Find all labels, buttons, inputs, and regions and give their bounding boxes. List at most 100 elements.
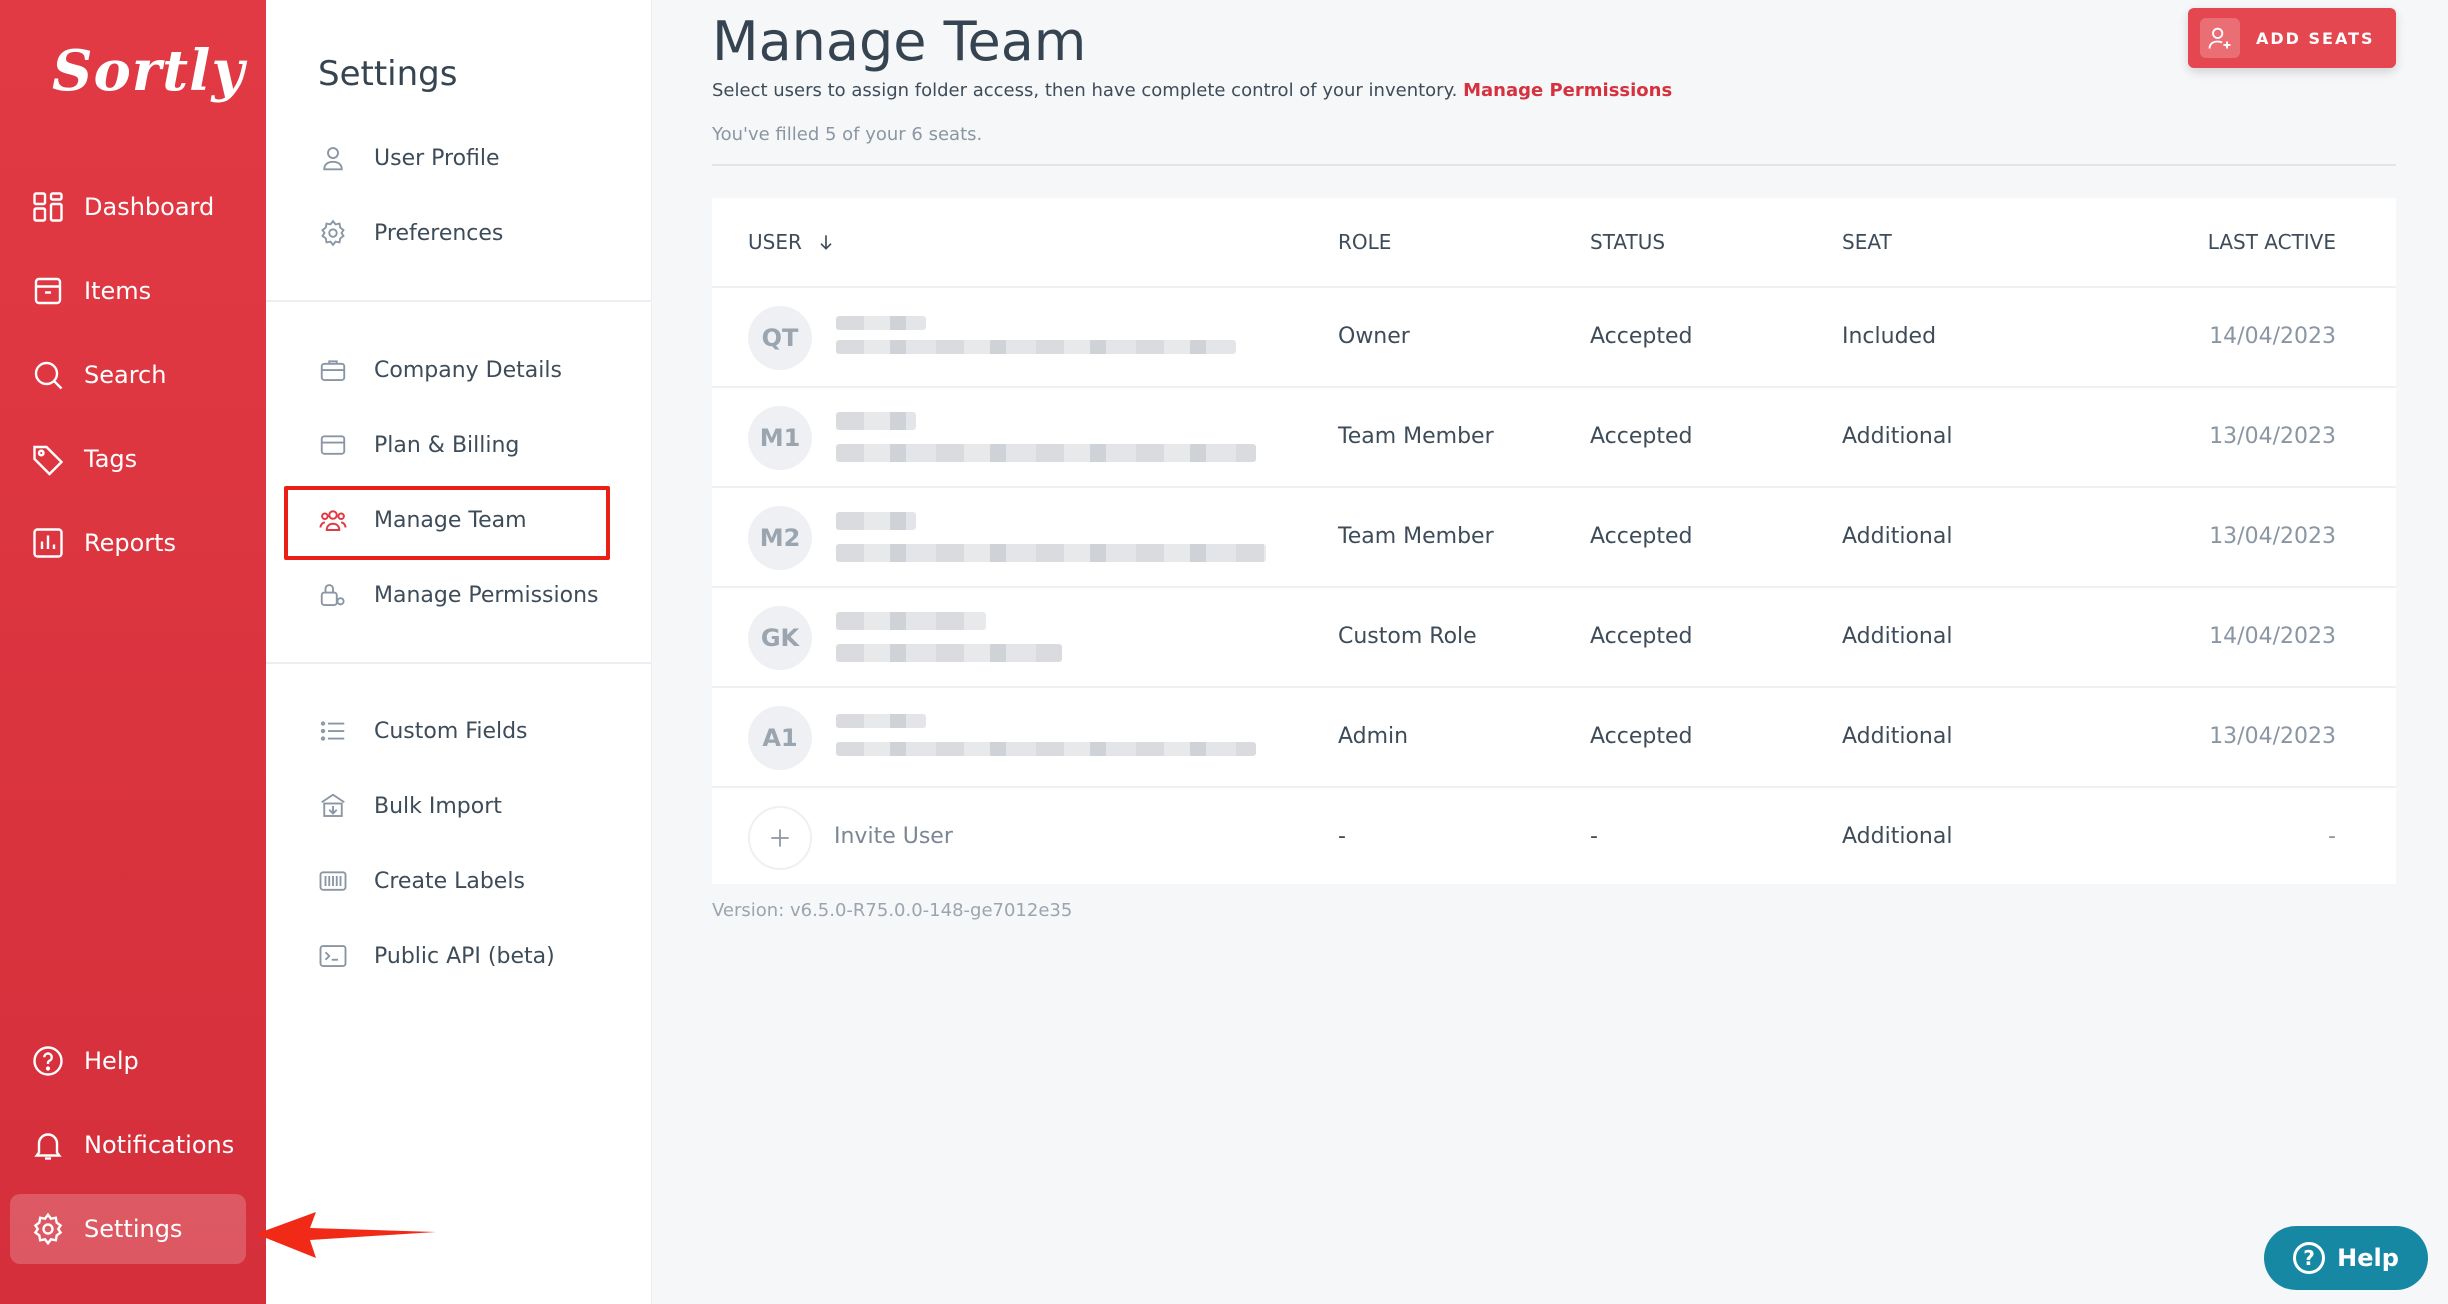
settings-preferences-label: Preferences xyxy=(374,220,504,246)
column-status[interactable]: STATUS xyxy=(1590,230,1665,254)
nav-dashboard[interactable]: Dashboard xyxy=(10,172,246,242)
avatar: A1 xyxy=(748,706,812,770)
redacted-email xyxy=(836,644,1062,662)
role-cell: Team Member xyxy=(1338,524,1494,549)
last-active-cell: 13/04/2023 xyxy=(2209,524,2336,549)
bell-icon xyxy=(34,1133,62,1160)
column-user[interactable]: USER xyxy=(748,230,836,254)
invite-user-row[interactable]: Invite User - - Additional - xyxy=(712,788,2396,884)
nav-help[interactable]: Help xyxy=(10,1026,246,1096)
credit-card-icon xyxy=(320,435,346,455)
status-cell: Accepted xyxy=(1590,624,1693,649)
settings-public-api-label: Public API (beta) xyxy=(374,943,555,969)
table-row[interactable]: QT Owner Accepted Included 14/04/2023 xyxy=(712,288,2396,388)
nav-reports-label: Reports xyxy=(84,529,177,557)
nav-settings[interactable]: Settings xyxy=(10,1194,246,1264)
avatar: GK xyxy=(748,606,812,670)
invite-user-label[interactable]: Invite User xyxy=(834,824,953,849)
table-header: USER ROLE STATUS SEAT LAST ACTIVE xyxy=(712,198,2396,288)
red-arrow-annotation xyxy=(256,1212,436,1258)
terminal-icon xyxy=(319,945,347,967)
import-icon xyxy=(321,793,345,817)
settings-create-labels[interactable]: Create Labels xyxy=(318,859,525,903)
seat-cell: Additional xyxy=(1842,824,1953,849)
barcode-icon xyxy=(319,871,347,891)
plus-icon[interactable] xyxy=(748,806,812,870)
column-role[interactable]: ROLE xyxy=(1338,230,1391,254)
page-subtitle: Select users to assign folder access, th… xyxy=(712,80,1672,101)
nav-dashboard-label: Dashboard xyxy=(84,193,215,221)
briefcase-icon xyxy=(320,360,346,381)
nav-search-label: Search xyxy=(84,361,167,389)
settings-user-profile[interactable]: User Profile xyxy=(318,136,500,180)
status-cell: Accepted xyxy=(1590,724,1693,749)
manage-permissions-link[interactable]: Manage Permissions xyxy=(1463,80,1672,101)
table-row[interactable]: A1 Admin Accepted Additional 13/04/2023 xyxy=(712,688,2396,788)
help-icon xyxy=(33,1046,63,1076)
status-cell: Accepted xyxy=(1590,324,1693,349)
app-sidebar: Sortly Dashboard Items Search Tags Repor… xyxy=(0,0,266,1304)
lock-gear-icon xyxy=(320,584,345,606)
settings-manage-permissions[interactable]: Manage Permissions xyxy=(318,573,599,617)
status-cell: Accepted xyxy=(1590,524,1693,549)
team-table: USER ROLE STATUS SEAT LAST ACTIVE QT Own… xyxy=(712,198,2396,884)
settings-plan-billing[interactable]: Plan & Billing xyxy=(318,423,519,467)
nav-reports[interactable]: Reports xyxy=(10,508,246,578)
version-text: Version: v6.5.0-R75.0.0-148-ge7012e35 xyxy=(712,900,1073,921)
help-chat-label: Help xyxy=(2337,1244,2399,1272)
column-last-active[interactable]: LAST ACTIVE xyxy=(2208,230,2336,254)
gear-icon xyxy=(33,1212,63,1246)
settings-public-api[interactable]: Public API (beta) xyxy=(318,934,555,978)
redacted-name xyxy=(836,412,916,430)
settings-preferences[interactable]: Preferences xyxy=(318,211,503,255)
redacted-name xyxy=(836,512,916,530)
role-cell: Owner xyxy=(1338,324,1410,349)
nav-tags[interactable]: Tags xyxy=(10,424,246,494)
nav-items[interactable]: Items xyxy=(10,256,246,326)
redacted-email xyxy=(836,444,1256,462)
column-seat[interactable]: SEAT xyxy=(1842,230,1892,254)
role-cell: Team Member xyxy=(1338,424,1494,449)
redacted-name xyxy=(836,612,986,630)
reports-icon xyxy=(33,528,63,558)
settings-company-details-label: Company Details xyxy=(374,357,562,383)
nav-settings-label: Settings xyxy=(84,1215,183,1243)
nav-help-label: Help xyxy=(84,1047,139,1075)
table-row[interactable]: GK Custom Role Accepted Additional 14/04… xyxy=(712,588,2396,688)
header-divider xyxy=(712,164,2396,166)
add-seats-label: ADD SEATS xyxy=(2256,28,2375,48)
nav-notifications[interactable]: Notifications xyxy=(10,1110,246,1180)
table-row[interactable]: M2 Team Member Accepted Additional 13/04… xyxy=(712,488,2396,588)
seat-cell: Included xyxy=(1842,324,1937,349)
table-row[interactable]: M1 Team Member Accepted Additional 13/04… xyxy=(712,388,2396,488)
settings-custom-fields[interactable]: Custom Fields xyxy=(318,709,528,753)
settings-panel: Settings User Profile Preferences Compan… xyxy=(266,0,652,1304)
avatar: M2 xyxy=(748,506,812,570)
sortly-logo[interactable]: Sortly xyxy=(52,38,245,104)
redacted-name xyxy=(836,714,926,728)
seat-usage-note: You've filled 5 of your 6 seats. xyxy=(712,124,983,145)
redacted-email xyxy=(836,544,1266,562)
avatar: M1 xyxy=(748,406,812,470)
question-icon: ? xyxy=(2293,1242,2326,1274)
settings-bulk-import-label: Bulk Import xyxy=(374,793,502,819)
role-cell: Admin xyxy=(1338,724,1409,749)
redacted-name xyxy=(836,316,926,330)
seat-cell: Additional xyxy=(1842,624,1953,649)
user-icon xyxy=(323,147,343,171)
settings-company-details[interactable]: Company Details xyxy=(318,348,562,392)
last-active-cell: 14/04/2023 xyxy=(2209,324,2336,349)
nav-search[interactable]: Search xyxy=(10,340,246,410)
dashboard-icon xyxy=(33,192,63,222)
seat-cell: Additional xyxy=(1842,724,1953,749)
page-title: Manage Team xyxy=(712,10,1087,73)
seat-cell: Additional xyxy=(1842,524,1953,549)
nav-items-label: Items xyxy=(84,277,152,305)
help-chat-button[interactable]: ? Help xyxy=(2264,1226,2428,1290)
settings-divider xyxy=(266,662,652,664)
settings-bulk-import[interactable]: Bulk Import xyxy=(318,784,502,828)
add-seats-button[interactable]: ADD SEATS xyxy=(2188,8,2396,68)
settings-divider xyxy=(266,300,652,302)
items-icon xyxy=(34,277,62,305)
settings-plan-billing-label: Plan & Billing xyxy=(374,432,520,458)
